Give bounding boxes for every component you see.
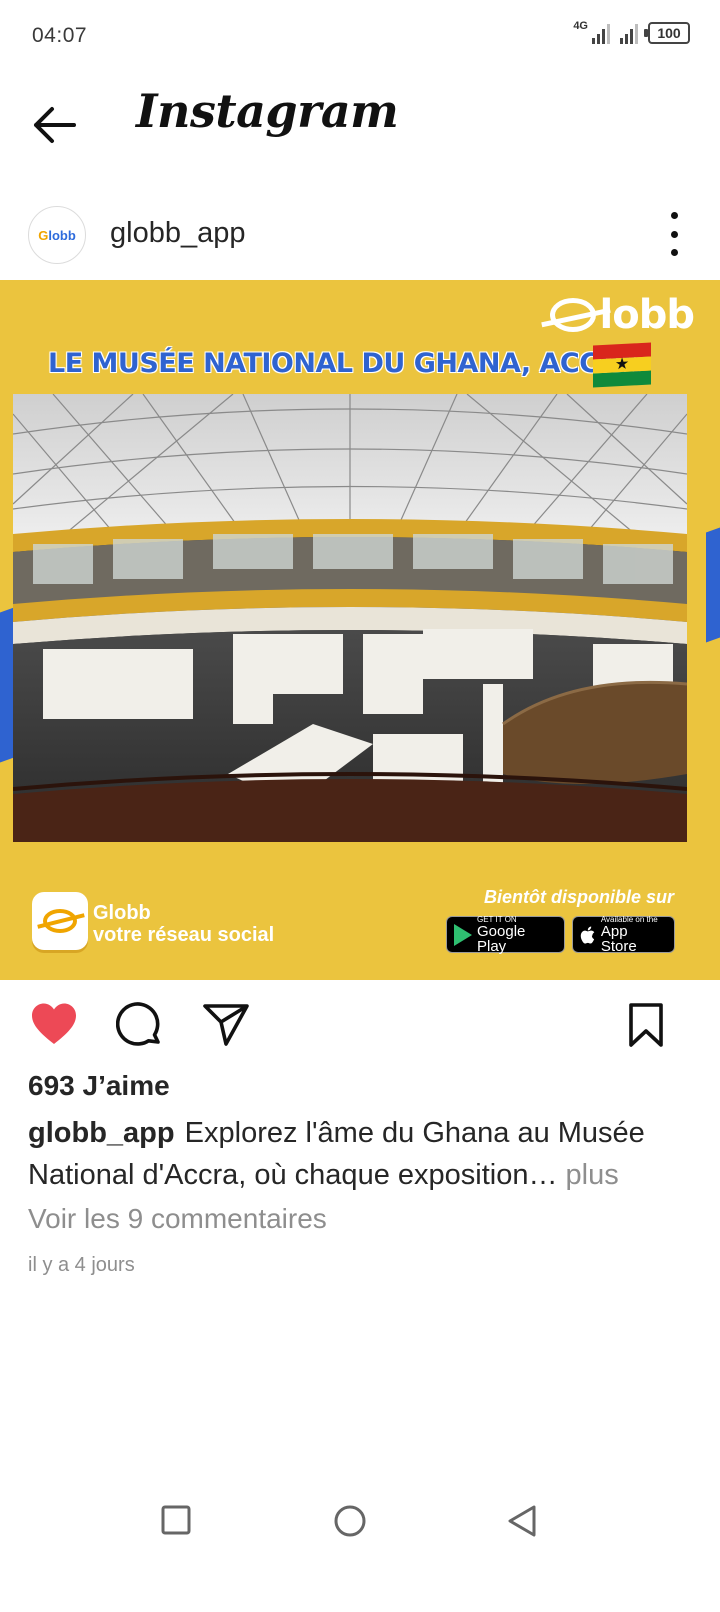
caption-username[interactable]: globb_app bbox=[28, 1117, 175, 1149]
avatar-logo: Globb bbox=[38, 228, 76, 243]
footer-brand-name: Globb bbox=[93, 902, 151, 924]
status-time: 04:07 bbox=[32, 24, 88, 47]
app-store-badge[interactable]: Available on the App Store bbox=[572, 915, 675, 955]
system-nav-bar bbox=[0, 1490, 720, 1560]
avatar-logo-g: G bbox=[38, 227, 49, 243]
status-indicators: 4G 100 bbox=[573, 20, 690, 44]
signal-icon bbox=[592, 22, 610, 44]
view-comments-link[interactable]: Voir les 9 commentaires bbox=[28, 1203, 327, 1235]
heart-filled-icon[interactable] bbox=[30, 1002, 78, 1051]
footer-brand: Globb votre réseau social bbox=[93, 902, 274, 946]
post-header: Globb globb_app bbox=[0, 200, 720, 270]
google-play-big-text: Google Play bbox=[477, 922, 526, 955]
comment-icon[interactable] bbox=[115, 1002, 164, 1055]
post-action-bar bbox=[0, 998, 720, 1054]
globb-logo-ring-icon bbox=[549, 298, 596, 332]
flag-star-icon: ★ bbox=[614, 355, 630, 374]
send-icon[interactable] bbox=[202, 1002, 250, 1053]
more-vertical-icon[interactable] bbox=[666, 212, 682, 256]
decorative-stripe-right bbox=[706, 527, 720, 643]
post-caption: globb_app Explorez l'âme du Ghana au Mus… bbox=[28, 1112, 688, 1196]
square-icon[interactable] bbox=[160, 1504, 192, 1541]
caption-more-link[interactable]: plus bbox=[566, 1159, 619, 1191]
coming-soon-label: Bientôt disponible sur bbox=[483, 887, 674, 907]
avatar[interactable]: Globb bbox=[28, 206, 86, 264]
google-play-badge[interactable]: GET IT ON Google Play bbox=[446, 915, 565, 955]
image-headline: LE MUSÉE NATIONAL DU GHANA, ACCRA bbox=[48, 348, 640, 379]
app-store-big-text: App Store bbox=[600, 922, 637, 955]
likes-count[interactable]: 693 J’aime bbox=[28, 1070, 170, 1102]
globb-logo-text: lobb bbox=[599, 292, 695, 338]
google-play-icon bbox=[454, 923, 472, 946]
post-image[interactable]: lobb LE MUSÉE NATIONAL DU GHANA, ACCRA ★ bbox=[0, 280, 720, 980]
network-type-label: 4G bbox=[573, 20, 588, 32]
apple-logo-icon bbox=[580, 925, 595, 944]
post-timestamp: il y a 4 jours bbox=[28, 1254, 135, 1276]
status-bar: 04:07 4G 100 bbox=[0, 0, 720, 72]
circle-icon[interactable] bbox=[333, 1504, 367, 1543]
ghana-flag-icon: ★ bbox=[593, 342, 651, 388]
battery-icon: 100 bbox=[644, 22, 690, 44]
globb-app-icon bbox=[32, 892, 88, 950]
post-username[interactable]: globb_app bbox=[110, 217, 245, 250]
decorative-stripe-left bbox=[0, 607, 14, 763]
avatar-logo-rest: lobb bbox=[48, 227, 76, 243]
signal-icon-secondary bbox=[620, 22, 638, 44]
globb-logo: lobb bbox=[549, 292, 695, 338]
arrow-left-icon[interactable] bbox=[28, 102, 80, 148]
museum-photo bbox=[13, 394, 687, 842]
triangle-back-icon[interactable] bbox=[506, 1504, 538, 1543]
app-header: Instagram bbox=[0, 80, 720, 170]
app-title: Instagram bbox=[136, 84, 399, 138]
footer-brand-tagline: votre réseau social bbox=[93, 924, 275, 946]
bookmark-icon[interactable] bbox=[628, 1002, 664, 1053]
